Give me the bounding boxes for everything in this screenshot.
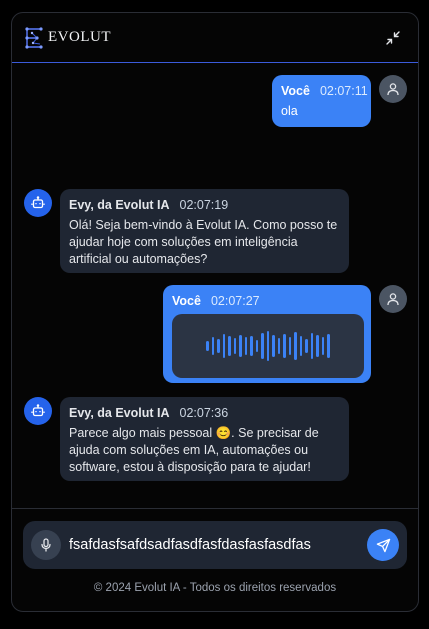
minimize-button[interactable] [382, 27, 404, 49]
waveform-bar [288, 337, 292, 355]
message-user: Você 02:07:11 ola [12, 63, 418, 133]
send-button[interactable] [367, 529, 399, 561]
chat-header: EVOLUT [12, 13, 418, 63]
evolut-logo-icon [25, 26, 43, 49]
waveform-bar [310, 333, 314, 359]
message-bubble: Evy, da Evolut IA 02:07:36 Parece algo m… [60, 397, 349, 481]
waveform-bar [327, 334, 330, 358]
message-sender: Evy, da Evolut IA [69, 198, 170, 212]
composer [23, 521, 407, 569]
waveform-bar [299, 336, 303, 356]
waveform-bar [222, 334, 226, 358]
waveform-bar [244, 337, 248, 355]
audio-waveform[interactable] [172, 314, 364, 378]
bot-icon [31, 404, 45, 417]
microphone-icon [41, 538, 51, 552]
message-input[interactable] [69, 530, 361, 560]
avatar [24, 189, 52, 217]
avatar [24, 397, 52, 425]
waveform-bar [321, 337, 325, 355]
waveform-bar [217, 339, 220, 353]
message-bubble: Evy, da Evolut IA 02:07:19 Olá! Seja bem… [60, 189, 349, 273]
minimize-arrows-icon [386, 30, 400, 45]
message-time: 02:07:11 [319, 84, 368, 98]
message-time: 02:07:27 [210, 294, 260, 308]
microphone-button[interactable] [31, 530, 61, 560]
waveform-bar [239, 335, 242, 357]
composer-area: © 2024 Evolut IA - Todos os direitos res… [12, 508, 418, 611]
message-text: ola [281, 104, 298, 118]
chat-window: EVOLUT Você 02:07:11 ola Evy, da Evolut … [11, 12, 419, 612]
send-icon [376, 538, 390, 552]
waveform-bar [233, 338, 237, 354]
message-text: Parece algo mais pessoal 😊. Se precisar … [69, 426, 319, 474]
user-icon [387, 83, 399, 96]
waveform-bar [272, 335, 275, 357]
waveform-bar [305, 339, 308, 353]
message-sender: Você [281, 84, 310, 98]
waveform-bar [294, 332, 297, 360]
waveform-bar [266, 331, 270, 361]
footer-copyright: © 2024 Evolut IA - Todos os direitos res… [93, 582, 337, 594]
waveform-bar [250, 336, 253, 356]
message-sender: Evy, da Evolut IA [69, 406, 170, 420]
user-icon [387, 293, 399, 306]
message-bubble: Você 02:07:11 ola [272, 75, 371, 127]
message-bubble: Você 02:07:27 [163, 285, 371, 383]
waveform-bar [277, 338, 281, 354]
logo: EVOLUT [24, 26, 111, 49]
logo-text: EVOLUT [48, 29, 111, 45]
message-time: 02:07:36 [179, 406, 229, 420]
waveform-bar [283, 334, 286, 358]
waveform-bar [211, 337, 215, 355]
waveform-bar [206, 341, 209, 351]
avatar [379, 75, 407, 103]
waveform-bar [255, 340, 259, 352]
waveform-bar [316, 335, 319, 357]
message-text: Olá! Seja bem-vindo à Evolut IA. Como po… [69, 218, 338, 266]
message-sender: Você [172, 294, 201, 308]
waveform-bar [261, 333, 264, 359]
bot-icon [31, 196, 45, 209]
waveform-bar [228, 336, 231, 356]
avatar [379, 285, 407, 313]
message-time: 02:07:19 [179, 198, 229, 212]
message-list: Você 02:07:11 ola Evy, da Evolut IA 02:0… [12, 63, 418, 508]
